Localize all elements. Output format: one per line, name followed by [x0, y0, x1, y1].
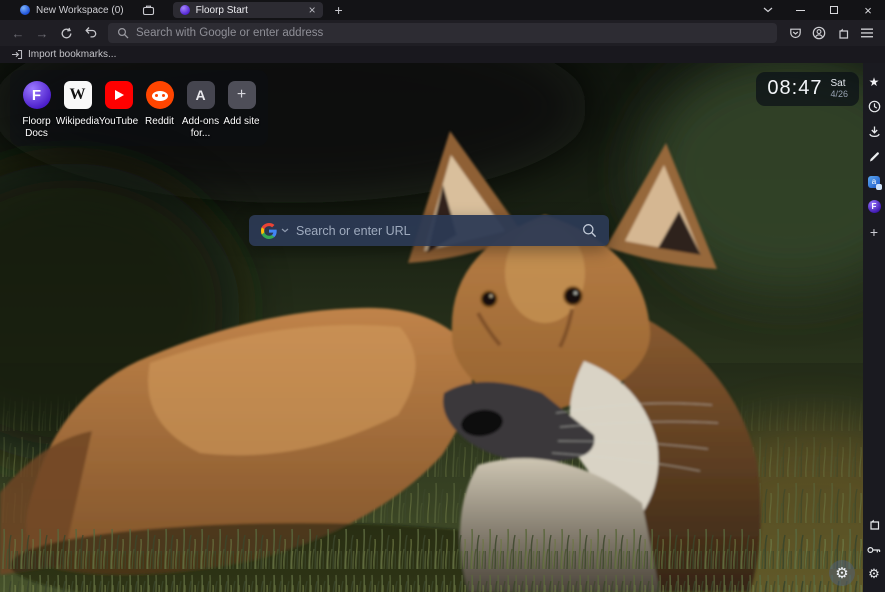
- rail-notes-button[interactable]: [863, 144, 885, 169]
- app-menu-button[interactable]: [855, 22, 879, 44]
- undo-closed-tab-button[interactable]: [78, 22, 102, 44]
- shortcut-label: Reddit: [145, 116, 174, 128]
- gear-icon: ⚙: [835, 564, 848, 582]
- shortcut-youtube[interactable]: YouTube: [98, 80, 139, 140]
- floorp-favicon-icon: [180, 5, 190, 15]
- wikipedia-icon: W: [63, 80, 93, 110]
- tab-close-button[interactable]: ×: [309, 4, 316, 16]
- rail-history-button[interactable]: [863, 94, 885, 119]
- rail-floorp-button[interactable]: F: [863, 194, 885, 219]
- newtab-settings-button[interactable]: ⚙: [829, 560, 855, 586]
- tab-floorp-start[interactable]: Floorp Start ×: [173, 2, 323, 18]
- bookmarks-toolbar: Import bookmarks...: [0, 46, 885, 63]
- plus-icon: +: [870, 224, 878, 240]
- shortcut-wikipedia[interactable]: W Wikipedia: [57, 80, 98, 140]
- plus-icon: +: [227, 80, 257, 110]
- download-icon: [868, 125, 881, 138]
- import-icon: [11, 49, 23, 60]
- search-icon: [117, 27, 129, 39]
- star-icon: ★: [869, 75, 880, 89]
- shortcut-label: YouTube: [99, 116, 138, 128]
- reload-button[interactable]: [54, 22, 78, 44]
- shortcuts-panel: F Floorp Docs W Wikipedia YouTube Reddit: [10, 70, 268, 146]
- account-button[interactable]: [807, 22, 831, 44]
- search-engine-button[interactable]: [261, 223, 289, 239]
- floorp-logo-icon: F: [868, 200, 881, 213]
- rail-add-panel-button[interactable]: +: [863, 219, 885, 244]
- letter-a-icon: A: [186, 80, 216, 110]
- close-window-button[interactable]: ×: [851, 0, 885, 20]
- gear-icon: ⚙: [868, 567, 880, 582]
- shortcut-reddit[interactable]: Reddit: [139, 80, 180, 140]
- clock-widget: 08:47 Sat 4/26: [756, 72, 859, 106]
- tab-title: Floorp Start: [196, 5, 303, 16]
- forward-button[interactable]: →: [30, 22, 54, 44]
- close-icon: ×: [864, 3, 872, 18]
- key-icon: [867, 545, 881, 555]
- pencil-icon: [868, 151, 880, 163]
- rail-downloads-button[interactable]: [863, 119, 885, 144]
- history-clock-icon: [868, 100, 881, 113]
- youtube-icon: [104, 80, 134, 110]
- engine-chevron-icon: [281, 228, 289, 233]
- newtab-stage: F Floorp Docs W Wikipedia YouTube Reddit: [0, 63, 863, 592]
- url-input[interactable]: [136, 27, 768, 39]
- shortcut-label: Floorp Docs: [16, 116, 57, 140]
- shortcut-addons[interactable]: A Add-ons for...: [180, 80, 221, 140]
- hamburger-menu-icon: [861, 28, 873, 38]
- floorp-docs-icon: F: [22, 80, 52, 110]
- workspaces-icon: [142, 4, 155, 16]
- rail-hide-sidebar-button[interactable]: [863, 512, 885, 537]
- workspace-chip[interactable]: New Workspace (0): [0, 0, 134, 20]
- newtab-content: F Floorp Docs W Wikipedia YouTube Reddit: [0, 63, 885, 592]
- reddit-icon: [145, 80, 175, 110]
- undo-icon: [84, 27, 97, 39]
- translate-icon: a: [868, 176, 880, 188]
- sidebar-toggle-icon: [868, 518, 881, 531]
- maximize-icon: [830, 6, 838, 14]
- shortcut-label: Add site: [223, 116, 259, 128]
- minimize-button[interactable]: [783, 0, 817, 20]
- browser-window: New Workspace (0) Floorp Start × + × ← →: [0, 0, 885, 592]
- clock-weekday: Sat: [830, 78, 845, 90]
- shortcut-add-site[interactable]: + Add site: [221, 80, 262, 140]
- sidebar-toggle-icon: [837, 27, 850, 40]
- navbar-right-icons: [783, 22, 879, 44]
- magnifier-icon[interactable]: [582, 223, 597, 238]
- maximize-button[interactable]: [817, 0, 851, 20]
- reload-icon: [60, 27, 73, 40]
- clock-time: 08:47: [767, 77, 822, 100]
- back-button[interactable]: ←: [6, 22, 30, 44]
- tabbar-spacer: [351, 0, 753, 20]
- account-icon: [812, 26, 826, 40]
- google-logo-icon: [261, 223, 277, 239]
- rail-passwords-button[interactable]: [863, 537, 885, 562]
- newtab-search-bar[interactable]: [249, 215, 609, 246]
- sidebar-toggle-button[interactable]: [831, 22, 855, 44]
- tab-bar: New Workspace (0) Floorp Start × + ×: [0, 0, 885, 20]
- import-bookmarks-button[interactable]: Import bookmarks...: [7, 48, 120, 61]
- minimize-icon: [796, 10, 805, 11]
- rail-translate-button[interactable]: a: [863, 169, 885, 194]
- navigation-toolbar: ← →: [0, 20, 885, 46]
- list-all-tabs-button[interactable]: [753, 0, 783, 20]
- workspace-icon: [20, 5, 30, 15]
- shortcut-label: Add-ons for...: [180, 116, 221, 140]
- sidebar-rail: ★ a F + ⚙: [863, 63, 885, 592]
- rail-settings-button[interactable]: ⚙: [863, 562, 885, 587]
- pocket-icon: [789, 27, 802, 40]
- clock-date: 4/26: [830, 89, 848, 99]
- new-tab-button[interactable]: +: [327, 0, 351, 20]
- workspaces-switcher-button[interactable]: [134, 0, 163, 20]
- shortcut-floorp-docs[interactable]: F Floorp Docs: [16, 80, 57, 140]
- chevron-down-icon: [763, 7, 773, 13]
- url-bar[interactable]: [108, 23, 777, 43]
- newtab-search-input[interactable]: [296, 224, 575, 238]
- pocket-button[interactable]: [783, 22, 807, 44]
- workspace-label: New Workspace (0): [36, 5, 124, 16]
- rail-bookmarks-button[interactable]: ★: [863, 69, 885, 94]
- import-bookmarks-label: Import bookmarks...: [28, 49, 116, 60]
- shortcut-label: Wikipedia: [56, 116, 99, 128]
